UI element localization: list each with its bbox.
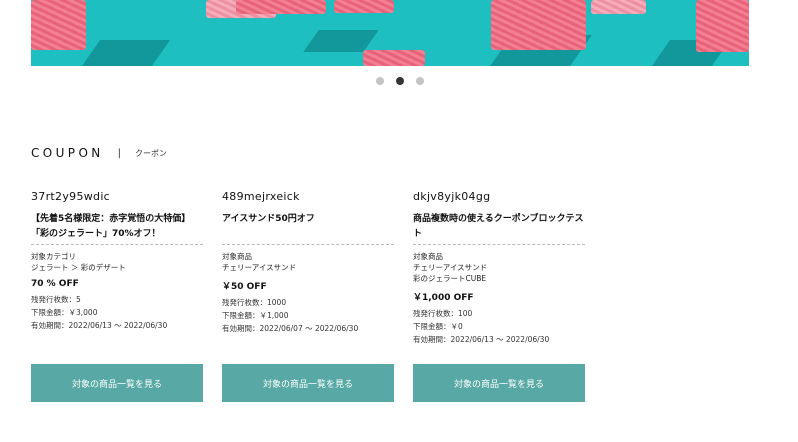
coupon-card: 37rt2y95wdic 【先着5名様限定：赤字覚悟の大特価】「彩のジェラート」… [31,190,203,405]
banner-gelato-cube [696,0,749,52]
coupon-target-label: 対象カテゴリ [31,252,76,261]
coupon-remaining: 残発行枚数：100 [413,309,473,318]
coupon-min-amount: 下限金額：￥0 [413,322,463,331]
hero-banner-image[interactable] [31,0,749,66]
section-title: COUPON [31,146,104,160]
view-products-button[interactable]: 対象の商品一覧を見る [222,364,394,402]
coupon-min-amount: 下限金額：￥3,000 [31,308,98,317]
coupon-target-item: チェリーアイスサンド [413,263,488,272]
coupon-remaining: 残発行枚数：5 [31,295,81,304]
coupon-period: 有効期間：2022/06/13 ～ 2022/06/30 [31,321,168,330]
coupon-discount: ￥1,000 OFF [413,293,474,303]
coupon-code: dkjv8yjk04gg [413,190,491,203]
coupon-target-item: ジェラート ＞ 彩のデザート [31,263,126,272]
coupon-name: アイスサンド50円オフ [222,214,315,224]
carousel-dot-2[interactable] [396,77,404,85]
coupon-divider [413,244,585,245]
coupon-divider [222,244,394,245]
coupon-code: 489mejrxeick [222,190,300,203]
coupon-period: 有効期間：2022/06/13 ～ 2022/06/30 [413,335,550,344]
coupon-name: 【先着5名様限定：赤字覚悟の大特価】「彩のジェラート」70%オフ！ [31,214,191,239]
banner-gelato-cube [334,0,394,13]
carousel-dot-1[interactable] [376,77,384,85]
view-products-button[interactable]: 対象の商品一覧を見る [413,364,585,402]
coupon-code: 37rt2y95wdic [31,190,111,203]
banner-shadow [81,40,171,66]
section-subtitle: クーポン [135,148,168,158]
carousel-dot-3[interactable] [416,77,424,85]
coupon-divider [31,244,203,245]
banner-gelato-cube [236,0,326,14]
coupon-target-item: 彩のジェラートCUBE [413,274,487,283]
coupon-card: dkjv8yjk04gg 商品複数時の使えるクーポンブロックテスト 対象商品 チ… [413,190,585,405]
banner-gelato-cube [491,0,586,50]
coupon-min-amount: 下限金額：￥1,000 [222,311,289,320]
carousel-pagination [376,77,424,85]
banner-gelato-cube [591,0,646,14]
coupon-list: 37rt2y95wdic 【先着5名様限定：赤字覚悟の大特価】「彩のジェラート」… [31,190,604,405]
coupon-discount: ￥50 OFF [222,282,267,292]
banner-gelato-cube [31,0,86,50]
coupon-target-item: チェリーアイスサンド [222,263,297,272]
section-separator: | [117,147,122,159]
coupon-section-header: COUPON | クーポン [31,146,167,160]
banner-gelato-cube [363,50,425,66]
coupon-card: 489mejrxeick アイスサンド50円オフ 対象商品 チェリーアイスサンド… [222,190,394,405]
banner-shadow [303,30,379,52]
coupon-name: 商品複数時の使えるクーポンブロックテスト [413,214,584,239]
view-products-button[interactable]: 対象の商品一覧を見る [31,364,203,402]
coupon-target-label: 対象商品 [413,252,443,261]
coupon-remaining: 残発行枚数：1000 [222,298,287,307]
coupon-discount: 70 % OFF [31,279,79,289]
coupon-target-label: 対象商品 [222,252,252,261]
coupon-period: 有効期間：2022/06/07 ～ 2022/06/30 [222,324,359,333]
